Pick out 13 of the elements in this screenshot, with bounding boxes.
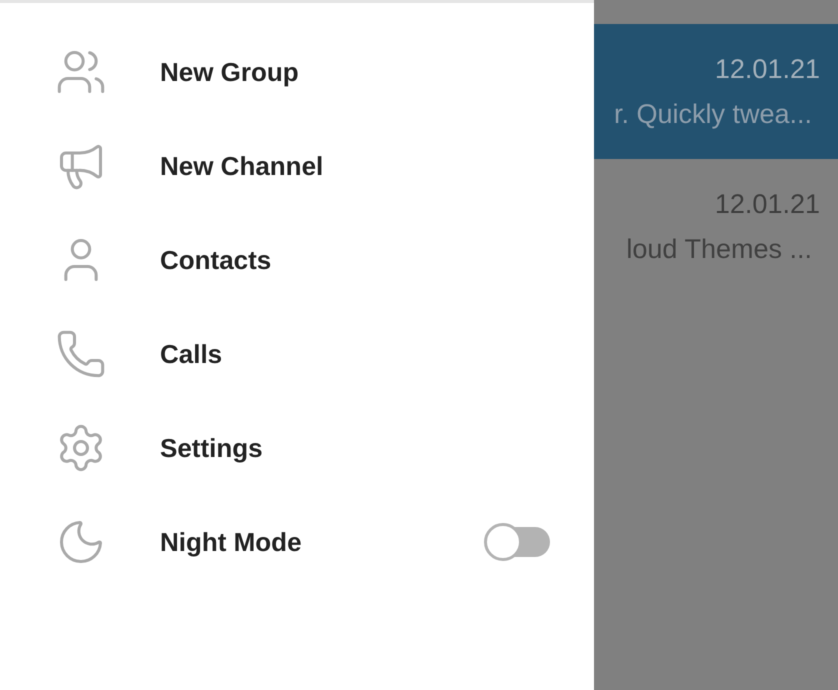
menu-item[interactable]: New Group bbox=[0, 25, 594, 119]
toggle-switch[interactable] bbox=[484, 523, 550, 561]
menu-item[interactable]: Calls bbox=[0, 307, 594, 401]
menu-item[interactable]: Settings bbox=[0, 401, 594, 495]
chat-preview: loud Themes ... bbox=[626, 236, 812, 262]
chat-row[interactable]: 12.01.21 r. Quickly twea... bbox=[594, 24, 838, 159]
menu-item[interactable]: Night Mode bbox=[0, 495, 594, 589]
phone-icon bbox=[55, 328, 107, 380]
menu-item[interactable]: Contacts bbox=[0, 213, 594, 307]
chat-preview: r. Quickly twea... bbox=[614, 100, 812, 128]
menu-item[interactable]: New Channel bbox=[0, 119, 594, 213]
chat-date: 12.01.21 bbox=[714, 190, 820, 218]
chat-date: 12.01.21 bbox=[714, 56, 820, 82]
